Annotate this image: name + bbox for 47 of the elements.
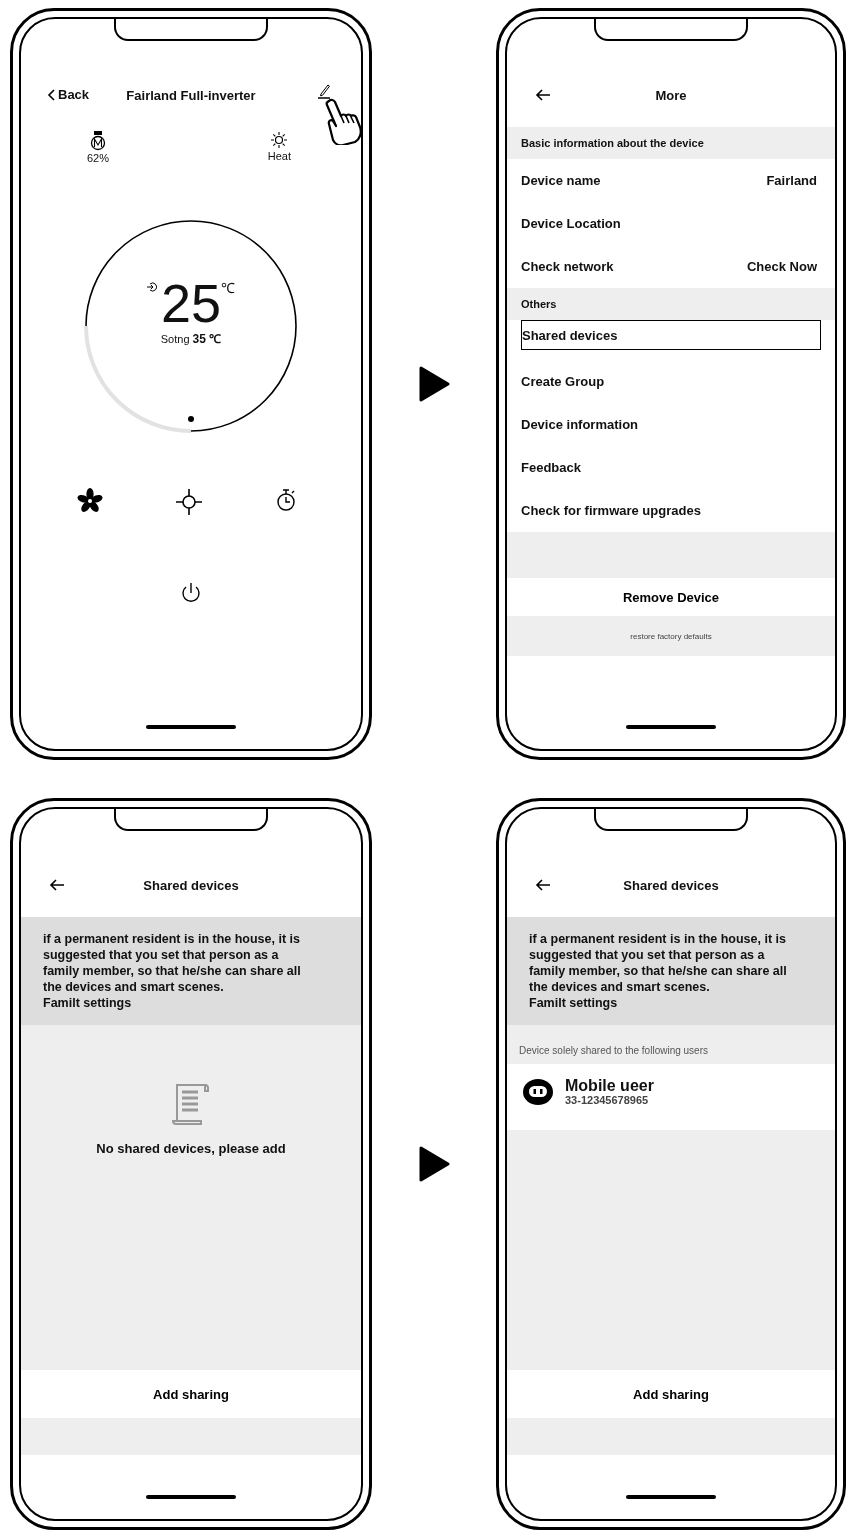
menu-item[interactable]: Device information (507, 403, 835, 446)
notice-text: if a permanent resident is in the house, it is suggested that you set that person as a family member, so that he/she can share all the devices and smart scenes. (43, 931, 302, 995)
user-name: Mobile ueer (565, 1078, 654, 1094)
item-value: Fairland (766, 173, 817, 188)
temperature-unit: ℃ (221, 278, 236, 297)
fan-icon[interactable] (77, 488, 103, 514)
inlet-icon (146, 281, 157, 292)
menu-item[interactable]: Shared devices (521, 320, 821, 350)
users-heading: Device solely shared to the following users (518, 1044, 709, 1058)
setting-temperature: Sotng 35 ℃ (160, 330, 222, 347)
timer-icon[interactable] (275, 488, 297, 512)
sun-icon[interactable] (175, 488, 203, 516)
section-header: Basic information about the device (507, 127, 835, 159)
back-arrow-icon[interactable] (535, 89, 551, 101)
user-phone: 33-12345678965 (565, 1094, 650, 1106)
section-header: Others (507, 288, 835, 320)
current-temperature: 25 (160, 275, 222, 330)
menu-item[interactable]: Check network Check Now (507, 245, 835, 288)
menu-item[interactable]: Device Location (507, 202, 835, 245)
screen-title: More (655, 87, 687, 103)
notice-text: if a permanent resident is in the house, it is suggested that you set that person as a family member, so that he/she can share all the devices and smart scenes. (529, 931, 788, 995)
item-value: Check Now (746, 259, 817, 274)
status-label: Heat (267, 150, 291, 162)
family-settings-link[interactable]: Familt settings (529, 996, 618, 1010)
status-label: 62% (87, 152, 110, 164)
screen-title: Fairland Full-inverter (126, 87, 256, 103)
back-button[interactable]: Back (47, 87, 90, 102)
edit-icon[interactable] (317, 83, 331, 99)
next-step-arrow-icon (418, 1146, 450, 1182)
user-row[interactable]: Mobile ueer 33-12345678965 (507, 1064, 835, 1130)
power-icon[interactable] (180, 582, 202, 604)
screen-title: Shared devices (143, 877, 239, 893)
menu-item[interactable]: Feedback (507, 446, 835, 489)
empty-message: No shared devices, please add (96, 1141, 286, 1156)
menu-item[interactable]: Check for firmware upgrades (507, 489, 835, 532)
motor-icon (90, 131, 106, 151)
chevron-left-icon (47, 88, 55, 101)
back-arrow-icon[interactable] (49, 879, 65, 891)
family-settings-link[interactable]: Familt settings (43, 996, 132, 1010)
sun-icon (270, 131, 289, 149)
robot-avatar-icon (521, 1077, 555, 1107)
screen-title: Shared devices (623, 877, 719, 893)
next-step-arrow-icon (418, 366, 450, 402)
restore-defaults-link[interactable]: restore factory defaults (630, 631, 712, 641)
menu-item[interactable]: Device name Fairland (507, 159, 835, 202)
back-arrow-icon[interactable] (535, 879, 551, 891)
menu-item[interactable]: Create Group (507, 360, 835, 403)
